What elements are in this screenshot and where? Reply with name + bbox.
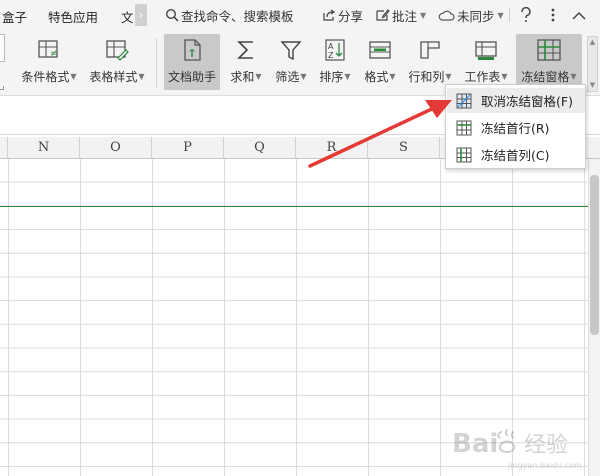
svg-text:Z: Z	[328, 51, 334, 60]
topbar-divider	[509, 8, 510, 22]
more-vertical-icon[interactable]	[544, 5, 562, 25]
column-header-q[interactable]: Q	[224, 137, 296, 159]
column-header-partial[interactable]	[0, 137, 8, 159]
worksheet-button[interactable]: 工作表 ▼	[462, 34, 510, 90]
conditional-format-label: 条件格式	[21, 70, 70, 84]
freeze-panes-button[interactable]: 冻结窗格 ▼	[516, 34, 582, 90]
format-cells-icon	[369, 41, 391, 59]
ribbon-scrollbar[interactable]: ▲ ▼	[587, 36, 598, 92]
menu-item-label: 冻结首列(C)	[481, 148, 550, 163]
table-style-button[interactable]: 表格样式 ▼	[86, 34, 148, 90]
ribbon-left-edge	[0, 34, 5, 62]
worksheet-icon	[475, 41, 497, 60]
chevron-down-icon: ▼	[501, 72, 508, 81]
filter-icon	[280, 41, 302, 61]
freeze-first-column-icon	[456, 147, 472, 162]
freeze-panes-menu: 取消冻结窗格(F) 冻结首行(R) 冻结首列(C)	[445, 84, 586, 169]
menu-item-freeze-first-column[interactable]: 冻结首列(C)	[447, 142, 585, 167]
ribbon-divider	[156, 38, 157, 88]
svg-text:经验: 经验	[524, 433, 568, 458]
sigma-icon	[237, 41, 253, 59]
svg-text:jingyan.baidu.com: jingyan.baidu.com	[507, 461, 582, 470]
chevron-down-icon: ▼	[70, 72, 77, 81]
search-icon	[165, 8, 179, 22]
sum-label: 求和	[230, 70, 255, 84]
column-header-n[interactable]: N	[8, 137, 80, 159]
chevron-down-icon: ▼	[344, 72, 351, 81]
column-header-p[interactable]: P	[152, 137, 224, 159]
format-label: 格式	[364, 70, 389, 84]
vertical-scrollbar-thumb[interactable]	[590, 175, 599, 335]
doc-assistant-label: 文档助手	[167, 70, 216, 84]
table-style-icon	[106, 40, 129, 61]
share-icon	[323, 9, 336, 21]
menu-item-freeze-top-row[interactable]: 冻结首行(R)	[447, 115, 585, 140]
tab-scroll-right-icon[interactable]: ›	[135, 4, 147, 26]
sync-chevron-down-icon: ▼	[497, 10, 504, 20]
command-search[interactable]: 查找命令、搜索模板	[165, 6, 294, 24]
chevron-up-icon[interactable]	[570, 5, 588, 25]
freeze-top-row-icon	[456, 120, 472, 135]
conditional-format-button[interactable]: ≠ 条件格式 ▼	[18, 34, 80, 90]
svg-text:Bai: Bai	[452, 429, 498, 459]
review-button[interactable]: 批注 ▼	[375, 6, 426, 24]
doc-assistant-button[interactable]: 文档助手	[164, 34, 220, 90]
tab-special-apps[interactable]: 特色应用	[48, 7, 98, 26]
column-header-s[interactable]: S	[368, 137, 440, 159]
chevron-down-icon: ▼	[138, 72, 145, 81]
tab-box[interactable]: 盒子	[2, 7, 27, 26]
chevron-down-icon: ▼	[300, 72, 307, 81]
comment-icon	[376, 9, 390, 21]
chevron-down-icon: ▼	[389, 72, 396, 81]
chevron-down-icon: ▼	[255, 72, 262, 81]
help-icon[interactable]	[517, 5, 535, 25]
unfreeze-panes-icon	[456, 93, 472, 108]
column-header-o[interactable]: O	[80, 137, 152, 159]
freeze-panes-label: 冻结窗格	[521, 70, 570, 84]
share-label: 分享	[338, 8, 364, 24]
tab-file[interactable]: 文	[121, 7, 134, 26]
sort-button[interactable]: A Z 排序 ▼	[317, 34, 353, 90]
freeze-panes-icon	[537, 39, 561, 61]
filter-label: 筛选	[275, 70, 300, 84]
share-button[interactable]: 分享	[321, 6, 363, 24]
conditional-format-icon: ≠	[38, 40, 58, 59]
freeze-pane-divider	[0, 206, 588, 207]
sum-button[interactable]: 求和 ▼	[228, 34, 264, 90]
menu-item-unfreeze-panes[interactable]: 取消冻结窗格(F)	[447, 88, 585, 113]
chevron-down-icon: ▼	[445, 72, 452, 81]
table-style-label: 表格样式	[89, 70, 138, 84]
scroll-down-icon[interactable]: ▼	[588, 81, 597, 90]
sort-label: 排序	[319, 70, 344, 84]
menu-item-label: 取消冻结窗格(F)	[481, 94, 573, 109]
row-col-label: 行和列	[408, 70, 445, 84]
cloud-icon	[438, 10, 455, 21]
sync-status-label: 未同步	[457, 8, 495, 24]
format-button[interactable]: 格式 ▼	[362, 34, 398, 90]
worksheet-label: 工作表	[464, 70, 501, 84]
scroll-up-icon[interactable]: ▲	[588, 38, 597, 47]
filter-button[interactable]: 筛选 ▼	[273, 34, 309, 90]
command-search-label: 查找命令、搜索模板	[181, 8, 294, 24]
sort-az-icon: A Z	[325, 39, 345, 61]
svg-text:A: A	[328, 42, 334, 51]
column-header-r[interactable]: R	[296, 137, 368, 159]
baidu-watermark-logo: Bai 经验 jingyan.baidu.com	[452, 429, 582, 470]
doc-assistant-icon	[184, 39, 201, 61]
review-chevron-down-icon: ▼	[420, 10, 427, 20]
ribbon-corner-mark	[0, 86, 4, 90]
review-label: 批注	[392, 8, 418, 24]
svg-text:≠: ≠	[50, 49, 58, 59]
row-col-button[interactable]: 行和列 ▼	[406, 34, 454, 90]
sync-status-button[interactable]: 未同步 ▼	[438, 6, 504, 24]
menu-item-label: 冻结首行(R)	[481, 121, 550, 136]
rows-columns-icon	[420, 41, 440, 59]
chevron-down-icon: ▼	[570, 72, 577, 81]
title-tab-bar: 盒子 特色应用 文 › 查找命令、搜索模板 分享 批注 ▼ 未同步 ▼	[0, 0, 600, 30]
